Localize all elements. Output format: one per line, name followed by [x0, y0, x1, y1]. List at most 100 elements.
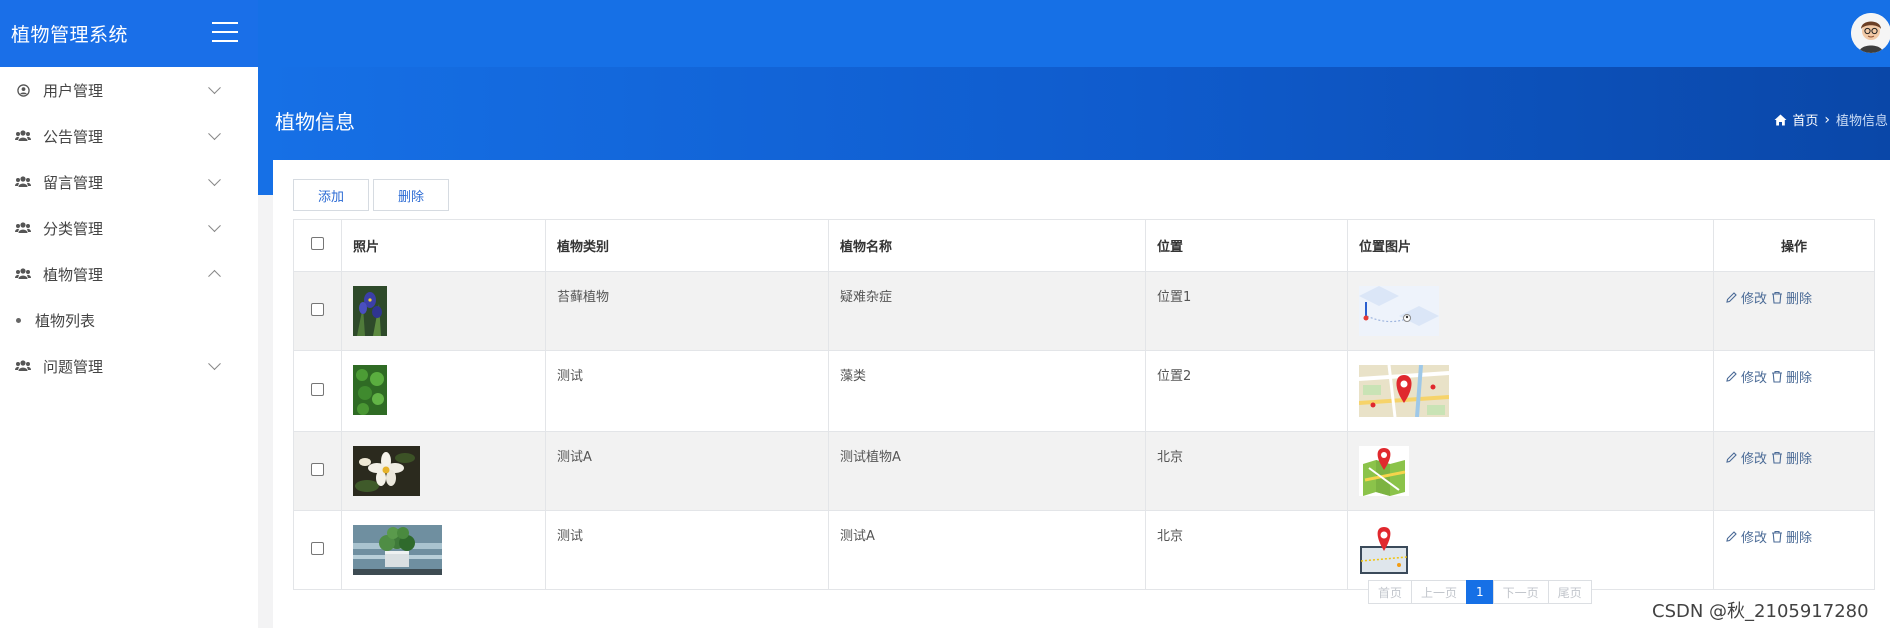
plant-photo-iris[interactable] — [353, 286, 387, 336]
brand: 植物管理系统 — [0, 0, 258, 67]
page-title: 植物信息 — [275, 110, 355, 134]
delete-link[interactable]: 删除 — [1771, 367, 1812, 386]
photo-cell — [341, 510, 546, 590]
breadcrumb-home[interactable]: 首页 — [1774, 110, 1818, 129]
table-row: 测试 藻类 位置2 修改 删除 — [293, 350, 1875, 432]
sidebar-item-plant-management[interactable]: 植物管理 — [0, 251, 258, 297]
content-card: 添加 删除 照片 植物类别 植物名称 位置 位置图片 操作 苔藓植物 疑难杂症 … — [273, 160, 1890, 628]
sidebar: 用户管理 公告管理 留言管理 分类管理 植物管理 植物列表 问题管理 — [0, 67, 258, 628]
breadcrumb-current: 植物信息 — [1835, 114, 1888, 129]
column-header-location-image: 位置图片 — [1347, 219, 1714, 272]
name-cell: 藻类 — [828, 350, 1146, 432]
plant-photo-pot[interactable] — [353, 525, 442, 575]
pagination: 首页 上一页 1 下一页 尾页 — [1368, 580, 1592, 604]
edit-link[interactable]: 修改 — [1725, 288, 1767, 307]
sidebar-subitem-plant-list[interactable]: 植物列表 — [0, 297, 258, 343]
row-checkbox[interactable] — [311, 462, 324, 476]
sidebar-item-notice-management[interactable]: 公告管理 — [0, 113, 258, 159]
user-circle-icon — [15, 83, 31, 97]
page-1-button[interactable]: 1 — [1466, 580, 1494, 604]
sidebar-item-message-management[interactable]: 留言管理 — [0, 159, 258, 205]
column-header-name: 植物名称 — [828, 219, 1146, 272]
column-header-actions: 操作 — [1713, 219, 1875, 272]
delete-link[interactable]: 删除 — [1771, 288, 1812, 307]
row-select-cell — [293, 271, 342, 351]
location-cell: 北京 — [1145, 510, 1348, 590]
category-cell: 测试 — [545, 510, 829, 590]
pencil-icon — [1726, 452, 1737, 463]
sidebar-item-label: 公告管理 — [43, 127, 104, 146]
map-thumbnail-4[interactable] — [1359, 525, 1409, 575]
map-thumbnail-3[interactable] — [1359, 446, 1409, 496]
pencil-icon — [1726, 292, 1737, 303]
photo-cell — [341, 271, 546, 351]
sidebar-item-label: 用户管理 — [43, 81, 104, 100]
add-button[interactable]: 添加 — [293, 179, 370, 211]
category-cell: 测试A — [545, 431, 829, 511]
location-cell: 位置2 — [1145, 350, 1348, 432]
trash-icon — [1772, 451, 1783, 464]
home-icon — [1774, 114, 1787, 125]
trash-icon — [1772, 530, 1783, 543]
menu-toggle-icon[interactable] — [212, 22, 238, 42]
pencil-icon — [1726, 371, 1737, 382]
delete-button[interactable]: 删除 — [373, 179, 450, 211]
location-cell: 北京 — [1145, 431, 1348, 511]
app-title: 植物管理系统 — [11, 24, 129, 46]
map-thumbnail-1[interactable] — [1359, 286, 1439, 336]
table-header-row: 照片 植物类别 植物名称 位置 位置图片 操作 — [293, 219, 1875, 272]
location-image-cell — [1347, 431, 1714, 511]
header-band-edge — [258, 160, 272, 195]
edit-label: 修改 — [1741, 531, 1768, 546]
column-header-category: 植物类别 — [545, 219, 829, 272]
sidebar-subitem-label: 植物列表 — [35, 311, 96, 330]
row-checkbox[interactable] — [311, 302, 324, 316]
delete-label: 删除 — [1786, 371, 1813, 386]
location-cell: 位置1 — [1145, 271, 1348, 351]
chevron-down-icon — [208, 127, 221, 141]
actions-cell: 修改 删除 — [1713, 350, 1875, 432]
edit-label: 修改 — [1741, 452, 1768, 467]
last-page-button[interactable]: 尾页 — [1547, 580, 1592, 604]
plant-photo-flower[interactable] — [353, 446, 420, 496]
toolbar: 添加 删除 — [293, 179, 450, 211]
users-icon — [15, 175, 31, 189]
row-select-cell — [293, 510, 342, 590]
avatar[interactable] — [1851, 13, 1890, 53]
delete-label: 删除 — [1786, 452, 1813, 467]
row-checkbox[interactable] — [311, 382, 324, 396]
delete-link[interactable]: 删除 — [1771, 448, 1812, 467]
sidebar-item-user-management[interactable]: 用户管理 — [0, 67, 258, 113]
row-select-cell — [293, 431, 342, 511]
location-image-cell — [1347, 271, 1714, 351]
select-all-checkbox[interactable] — [311, 237, 324, 250]
prev-page-button[interactable]: 上一页 — [1411, 580, 1468, 604]
chevron-down-icon — [208, 357, 221, 371]
category-cell: 测试 — [545, 350, 829, 432]
delete-link[interactable]: 删除 — [1771, 527, 1812, 546]
map-thumbnail-2[interactable] — [1359, 365, 1449, 417]
users-icon — [15, 221, 31, 235]
plant-table: 照片 植物类别 植物名称 位置 位置图片 操作 苔藓植物 疑难杂症 位置1 修改… — [293, 219, 1875, 590]
sidebar-item-question-management[interactable]: 问题管理 — [0, 343, 258, 389]
name-cell: 测试植物A — [828, 431, 1146, 511]
sidebar-item-category-management[interactable]: 分类管理 — [0, 205, 258, 251]
users-icon — [15, 129, 31, 143]
edit-link[interactable]: 修改 — [1725, 448, 1767, 467]
breadcrumb: 首页 › 植物信息 — [1774, 110, 1888, 129]
column-header-location: 位置 — [1145, 219, 1348, 272]
breadcrumb-separator-icon: › — [1824, 111, 1830, 128]
first-page-button[interactable]: 首页 — [1368, 580, 1413, 604]
sidebar-item-label: 问题管理 — [43, 357, 104, 376]
row-checkbox[interactable] — [311, 541, 324, 555]
trash-icon — [1772, 291, 1783, 304]
actions-cell: 修改 删除 — [1713, 510, 1875, 590]
bullet-icon — [16, 317, 21, 323]
sidebar-item-label: 分类管理 — [43, 219, 104, 238]
next-page-button[interactable]: 下一页 — [1492, 580, 1549, 604]
plant-photo-leaves[interactable] — [353, 365, 387, 415]
edit-link[interactable]: 修改 — [1725, 367, 1767, 386]
sidebar-item-label: 植物管理 — [43, 265, 104, 284]
name-cell: 测试A — [828, 510, 1146, 590]
edit-link[interactable]: 修改 — [1725, 527, 1767, 546]
